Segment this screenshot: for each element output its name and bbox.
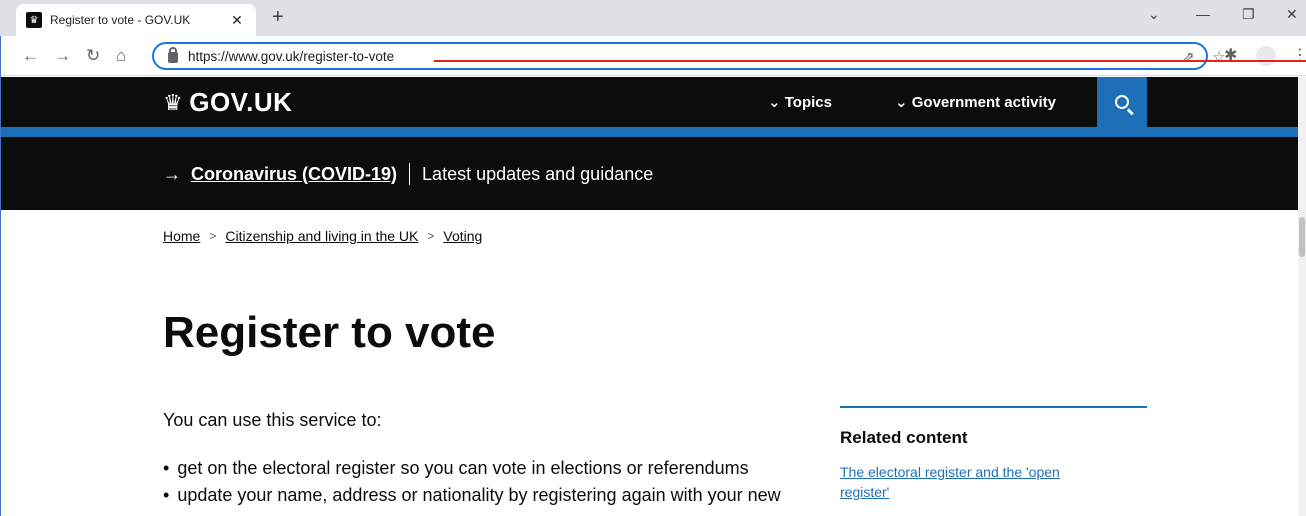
home-icon[interactable]: ⌂ xyxy=(116,46,126,66)
govuk-header: ♛ GOV.UK ⌄ Topics ⌄ Government activity xyxy=(0,77,1306,127)
covid-banner: → Coronavirus (COVID-19) Latest updates … xyxy=(0,137,1306,210)
minimize-icon[interactable]: — xyxy=(1196,6,1210,22)
chevron-down-icon: ⌄ xyxy=(768,94,785,111)
crown-icon: ♛ xyxy=(163,89,184,115)
list-item: update your name, address or nationality… xyxy=(163,482,780,509)
govuk-logo[interactable]: ♛ GOV.UK xyxy=(163,87,292,118)
profile-avatar[interactable] xyxy=(1256,46,1276,71)
new-tab-button[interactable]: + xyxy=(272,6,284,29)
reload-icon[interactable]: ↻ xyxy=(86,46,100,66)
extensions-icon[interactable]: ✱ xyxy=(1224,45,1237,65)
logo-text: GOV.UK xyxy=(189,87,293,117)
service-list: get on the electoral register so you can… xyxy=(163,455,781,509)
chevron-right-icon: > xyxy=(427,229,435,243)
tab-close-icon[interactable]: ✕ xyxy=(228,12,246,29)
breadcrumb-citizenship[interactable]: Citizenship and living in the UK xyxy=(225,228,418,244)
covid-banner-text: Latest updates and guidance xyxy=(422,163,654,184)
search-icon xyxy=(1115,95,1129,109)
arrow-right-icon: → xyxy=(163,163,181,184)
forward-icon[interactable]: → xyxy=(54,46,71,66)
frame-border xyxy=(0,36,1,516)
share-icon[interactable]: ⇗ xyxy=(1182,48,1195,66)
scrollbar-thumb[interactable] xyxy=(1299,217,1305,257)
tab-search-icon[interactable]: ⌄ xyxy=(1148,6,1160,23)
nav-government-activity[interactable]: ⌄ Government activity xyxy=(895,93,1056,111)
more-menu-icon[interactable]: ⋮ xyxy=(1292,45,1306,65)
url-text[interactable]: https://www.gov.uk/register-to-vote xyxy=(188,49,394,64)
divider xyxy=(409,163,411,185)
browser-tab[interactable]: ♛ Register to vote - GOV.UK ✕ xyxy=(16,4,256,36)
govuk-favicon-icon: ♛ xyxy=(26,12,42,28)
breadcrumb-voting[interactable]: Voting xyxy=(443,228,482,244)
related-heading: Related content xyxy=(840,428,968,447)
breadcrumb-home[interactable]: Home xyxy=(163,228,200,244)
annotation-red-line xyxy=(434,60,1306,62)
lock-icon[interactable] xyxy=(168,46,178,63)
chevron-right-icon: > xyxy=(209,229,217,243)
browser-tabstrip: ♛ Register to vote - GOV.UK ✕ + ⌄ — ❐ ✕ xyxy=(0,0,1306,36)
related-content: Related content The electoral register a… xyxy=(840,406,1147,502)
related-link-electoral-register[interactable]: The electoral register and the 'open reg… xyxy=(840,462,1147,502)
nav-topics[interactable]: ⌄ Topics xyxy=(768,93,832,111)
chevron-down-icon: ⌄ xyxy=(895,94,912,111)
search-button[interactable] xyxy=(1097,77,1147,127)
breadcrumb: Home > Citizenship and living in the UK … xyxy=(163,228,482,244)
back-icon[interactable]: ← xyxy=(22,46,39,66)
header-blue-bar xyxy=(0,127,1306,137)
tab-title: Register to vote - GOV.UK xyxy=(50,13,191,27)
restore-icon[interactable]: ❐ xyxy=(1242,6,1255,23)
intro-text: You can use this service to: xyxy=(163,410,382,430)
window-close-icon[interactable]: ✕ xyxy=(1286,6,1298,23)
list-item: get on the electoral register so you can… xyxy=(163,455,781,482)
page-title: Register to vote xyxy=(163,308,496,357)
covid-link[interactable]: Coronavirus (COVID-19) xyxy=(191,164,397,185)
address-bar[interactable]: https://www.gov.uk/register-to-vote ⇗ ☆ xyxy=(152,42,1225,70)
browser-toolbar: ← → ↻ ⌂ https://www.gov.uk/register-to-v… xyxy=(0,36,1306,76)
scrollbar[interactable] xyxy=(1298,77,1306,516)
